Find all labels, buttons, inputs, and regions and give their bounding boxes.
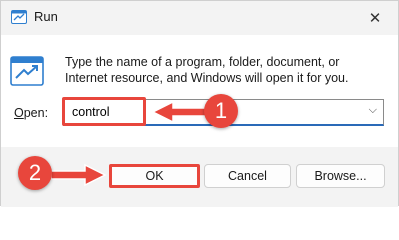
cancel-button[interactable]: Cancel	[204, 164, 291, 188]
browse-button[interactable]: Browse...	[296, 164, 385, 188]
arrow-icon	[50, 163, 107, 187]
chevron-down-icon[interactable]: ⌵	[369, 104, 377, 117]
arrow-icon	[151, 100, 208, 124]
step-badge-2: 2	[18, 156, 52, 190]
close-icon: ✕	[368, 10, 382, 27]
open-label: Open:	[14, 106, 48, 120]
dialog-body: Type the name of a program, folder, docu…	[1, 35, 398, 147]
run-app-icon	[10, 56, 44, 86]
input-highlight-box	[62, 97, 146, 126]
run-app-icon	[11, 10, 27, 24]
open-label-text: pen:	[23, 106, 49, 120]
step-badge-1: 1	[204, 94, 238, 128]
ok-button[interactable]: OK	[109, 164, 200, 188]
run-dialog-window: Run ✕ Type the name of a program, folder…	[0, 0, 399, 207]
open-label-accesskey: O	[14, 106, 24, 120]
window-title: Run	[34, 9, 58, 24]
dialog-description: Type the name of a program, folder, docu…	[65, 55, 349, 85]
close-button[interactable]: ✕	[352, 1, 398, 35]
title-bar: Run ✕	[1, 1, 398, 35]
